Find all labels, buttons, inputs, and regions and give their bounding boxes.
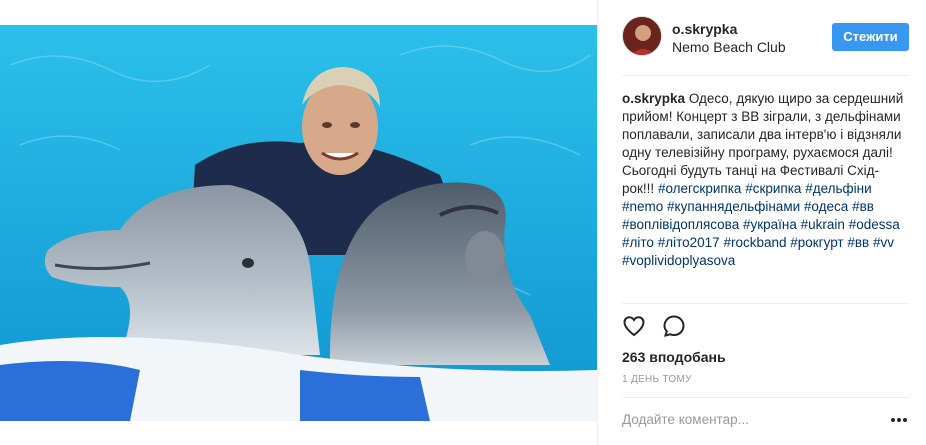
hashtag-link[interactable]: #вв [847,235,869,250]
post-timestamp[interactable]: 1 ДЕНЬ ТОМУ [622,374,692,385]
comment-input[interactable]: Додайте коментар... [622,412,852,427]
post-photo[interactable] [0,25,597,421]
hashtag-link[interactable]: #ukrain [801,217,845,232]
username-link[interactable]: o.skrypka [672,21,737,37]
more-dots-icon[interactable] [889,412,909,428]
hashtag-link[interactable]: #скрипка [745,181,801,196]
hashtag-link[interactable]: #купаннядельфінами [667,199,800,214]
hashtag-link[interactable]: #дельфіни [805,181,871,196]
post-caption: o.skrypka Одесо, дякую щиро за сердешний… [622,90,910,270]
hashtag-link[interactable]: #nemo [622,199,663,214]
caption-divider [622,303,909,304]
heart-icon[interactable] [622,314,648,340]
hashtag-list: #олегскрипка #скрипка #дельфіни #nemo #к… [622,181,900,268]
hashtag-link[interactable]: #odessa [849,217,900,232]
follow-button[interactable]: Стежити [832,23,909,51]
hashtag-link[interactable]: #одеса [804,199,848,214]
post-header: o.skrypka Nemo Beach Club Стежити [622,16,909,60]
hashtag-link[interactable]: #україна [743,217,797,232]
header-divider [622,75,909,76]
dolphins-photo [0,25,597,421]
hashtag-link[interactable]: #олегскрипка [658,181,741,196]
likes-count[interactable]: 263 вподобань [622,349,726,365]
hashtag-link[interactable]: #voplividoplyasova [622,253,735,268]
hashtag-link[interactable]: #воплівідоплясова [622,217,739,232]
hashtag-link[interactable]: #літо2017 [658,235,720,250]
hashtag-link[interactable]: #rockband [723,235,786,250]
post-sidebar: o.skrypka Nemo Beach Club Стежити o.skry… [597,0,926,445]
hashtag-link[interactable]: #вв [852,199,874,214]
comment-divider [622,397,909,398]
hashtag-link[interactable]: #vv [873,235,894,250]
caption-username[interactable]: o.skrypka [622,91,685,106]
hashtag-link[interactable]: #рокгурт [790,235,843,250]
location-link[interactable]: Nemo Beach Club [672,39,786,55]
avatar-image [623,17,661,55]
comment-icon[interactable] [662,314,688,340]
avatar[interactable] [622,16,662,56]
hashtag-link[interactable]: #літо [622,235,654,250]
